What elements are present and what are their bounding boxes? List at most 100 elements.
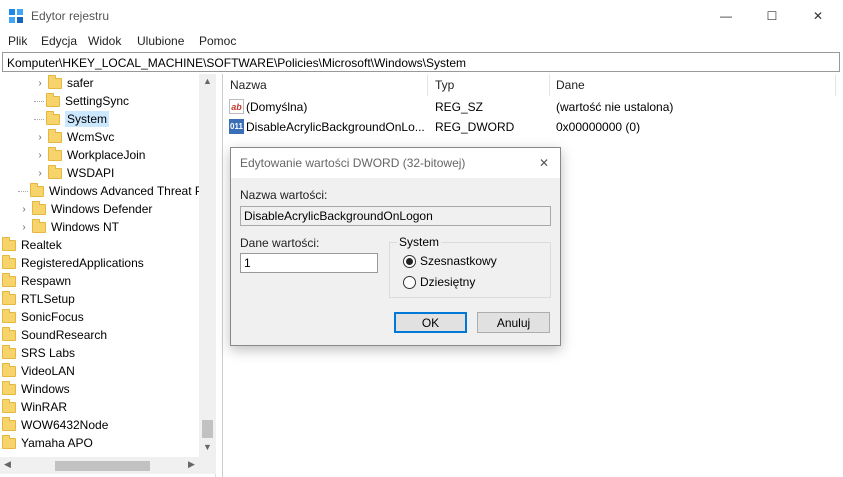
value-data-input[interactable]: 1 <box>240 253 378 273</box>
radio-label: Dziesiętny <box>420 275 476 289</box>
folder-icon <box>2 290 16 305</box>
tree-vertical-scrollbar[interactable]: ▲ ▼ <box>199 74 216 457</box>
tree-item-windows[interactable]: Windows <box>2 380 70 398</box>
folder-icon <box>48 128 62 143</box>
tree-item-wow6432node[interactable]: WOW6432Node <box>2 416 108 434</box>
tree-item-wsdapi[interactable]: › WSDAPI <box>34 164 114 182</box>
folder-icon <box>2 344 16 359</box>
radio-decimal[interactable]: Dziesiętny <box>403 274 475 290</box>
expand-icon[interactable]: › <box>34 168 46 179</box>
tree-item-soundresearch[interactable]: SoundResearch <box>2 326 107 344</box>
tree-pane: › safer SettingSync System › WcmSvc › Wo… <box>0 74 216 477</box>
tree-connector <box>18 190 28 192</box>
tree-item-wcmsvc[interactable]: › WcmSvc <box>34 128 114 146</box>
folder-icon <box>2 416 16 431</box>
tree-item-label: Windows Advanced Threat P <box>49 184 203 198</box>
scroll-left-icon[interactable]: ◀ <box>4 459 11 470</box>
maximize-button[interactable]: ☐ <box>749 0 795 31</box>
dialog-title-bar[interactable]: Edytowanie wartości DWORD (32-bitowej) ✕ <box>231 148 560 178</box>
expand-icon[interactable]: › <box>18 204 30 215</box>
value-data: (wartość nie ustalona) <box>556 100 674 114</box>
scroll-up-icon[interactable]: ▲ <box>203 76 212 86</box>
close-icon: ✕ <box>538 156 550 170</box>
tree-item-label: Windows Defender <box>51 202 153 216</box>
tree-item-label: WinRAR <box>21 400 68 414</box>
value-row[interactable]: ab (Domyślna) REG_SZ (wartość nie ustalo… <box>227 98 837 116</box>
folder-icon <box>46 110 60 125</box>
folder-icon <box>32 218 46 233</box>
tree-item-winrar[interactable]: WinRAR <box>2 398 67 416</box>
tree-item-windows-defender[interactable]: › Windows Defender <box>18 200 152 218</box>
column-divider[interactable] <box>427 74 428 96</box>
expand-icon[interactable]: › <box>18 222 30 233</box>
menu-plik[interactable]: Plik <box>8 34 27 48</box>
column-divider[interactable] <box>549 74 550 96</box>
menu-ulubione[interactable]: Ulubione <box>137 34 184 48</box>
menu-pomoc[interactable]: Pomoc <box>199 34 236 48</box>
tree-item-settingsync[interactable]: SettingSync <box>34 92 129 110</box>
tree-item-label: Realtek <box>21 238 62 252</box>
ok-button[interactable]: OK <box>394 312 467 333</box>
scroll-down-icon[interactable]: ▼ <box>203 442 212 452</box>
scrollbar-thumb[interactable] <box>202 420 213 438</box>
tree-connector <box>34 100 44 102</box>
tree-horizontal-scrollbar[interactable]: ◀ ▶ <box>0 457 216 474</box>
cancel-button[interactable]: Anuluj <box>477 312 550 333</box>
tree-item-registeredapplications[interactable]: RegisteredApplications <box>2 254 144 272</box>
minimize-button[interactable]: — <box>703 0 749 31</box>
tree-item-respawn[interactable]: Respawn <box>2 272 71 290</box>
dialog-close-button[interactable]: ✕ <box>532 152 556 174</box>
folder-icon <box>30 182 44 197</box>
expand-icon[interactable]: › <box>34 150 46 161</box>
folder-icon <box>46 92 60 107</box>
tree-item-workplacejoin[interactable]: › WorkplaceJoin <box>34 146 145 164</box>
tree-item-windows-nt[interactable]: › Windows NT <box>18 218 119 236</box>
tree-item-label: Yamaha APO <box>21 436 93 450</box>
tree-item-safer[interactable]: › safer <box>34 74 94 92</box>
scrollbar-thumb[interactable] <box>55 461 150 471</box>
tree-item-srs-labs[interactable]: SRS Labs <box>2 344 75 362</box>
tree-item-yamaha-apo[interactable]: Yamaha APO <box>2 434 93 452</box>
tree-item-label: System <box>65 111 110 127</box>
column-header-name[interactable]: Nazwa <box>230 78 267 92</box>
value-name: (Domyślna) <box>246 100 308 114</box>
menu-widok[interactable]: Widok <box>88 34 121 48</box>
tree-item-label: Windows <box>21 382 70 396</box>
tree-item-rtlsetup[interactable]: RTLSetup <box>2 290 75 308</box>
address-bar[interactable]: Komputer\HKEY_LOCAL_MACHINE\SOFTWARE\Pol… <box>2 52 840 72</box>
expand-icon[interactable]: › <box>34 78 46 89</box>
column-header-type[interactable]: Typ <box>435 78 454 92</box>
radio-hexadecimal[interactable]: Szesnastkowy <box>403 253 497 269</box>
tree-item-label: WorkplaceJoin <box>67 148 146 162</box>
tree-item-windows-advanced-threat[interactable]: Windows Advanced Threat P <box>18 182 203 200</box>
tree-item-label: Windows NT <box>51 220 120 234</box>
close-button[interactable]: ✕ <box>795 0 841 31</box>
title-bar: Edytor rejestru — ☐ ✕ <box>0 0 843 31</box>
folder-icon <box>2 272 16 287</box>
column-header-data[interactable]: Dane <box>556 78 585 92</box>
tree-item-label: SonicFocus <box>21 310 84 324</box>
value-name-label: Nazwa wartości: <box>240 188 328 202</box>
expand-icon[interactable]: › <box>34 132 46 143</box>
scroll-right-icon[interactable]: ▶ <box>188 459 195 470</box>
tree-connector <box>34 118 44 120</box>
radio-button-checked[interactable] <box>403 254 416 268</box>
tree-item-videolan[interactable]: VideoLAN <box>2 362 75 380</box>
folder-icon <box>2 254 16 269</box>
string-value-icon: ab <box>229 99 244 114</box>
value-row[interactable]: 011 DisableAcrylicBackgroundOnLo... REG_… <box>227 118 837 136</box>
tree-item-realtek[interactable]: Realtek <box>2 236 62 254</box>
column-divider[interactable] <box>835 74 836 96</box>
folder-icon <box>32 200 46 215</box>
close-icon: ✕ <box>812 8 824 23</box>
tree-item-sonicfocus[interactable]: SonicFocus <box>2 308 84 326</box>
tree-item-system[interactable]: System <box>34 110 110 128</box>
edit-dword-dialog: Edytowanie wartości DWORD (32-bitowej) ✕… <box>230 147 561 346</box>
menu-edycja[interactable]: Edycja <box>41 34 77 48</box>
dword-value-icon: 011 <box>229 119 244 134</box>
tree-item-label: RegisteredApplications <box>21 256 144 270</box>
base-groupbox: System Szesnastkowy Dziesiętny <box>389 235 551 298</box>
value-type: REG_DWORD <box>435 120 515 134</box>
folder-icon <box>2 308 16 323</box>
radio-button[interactable] <box>403 275 416 289</box>
